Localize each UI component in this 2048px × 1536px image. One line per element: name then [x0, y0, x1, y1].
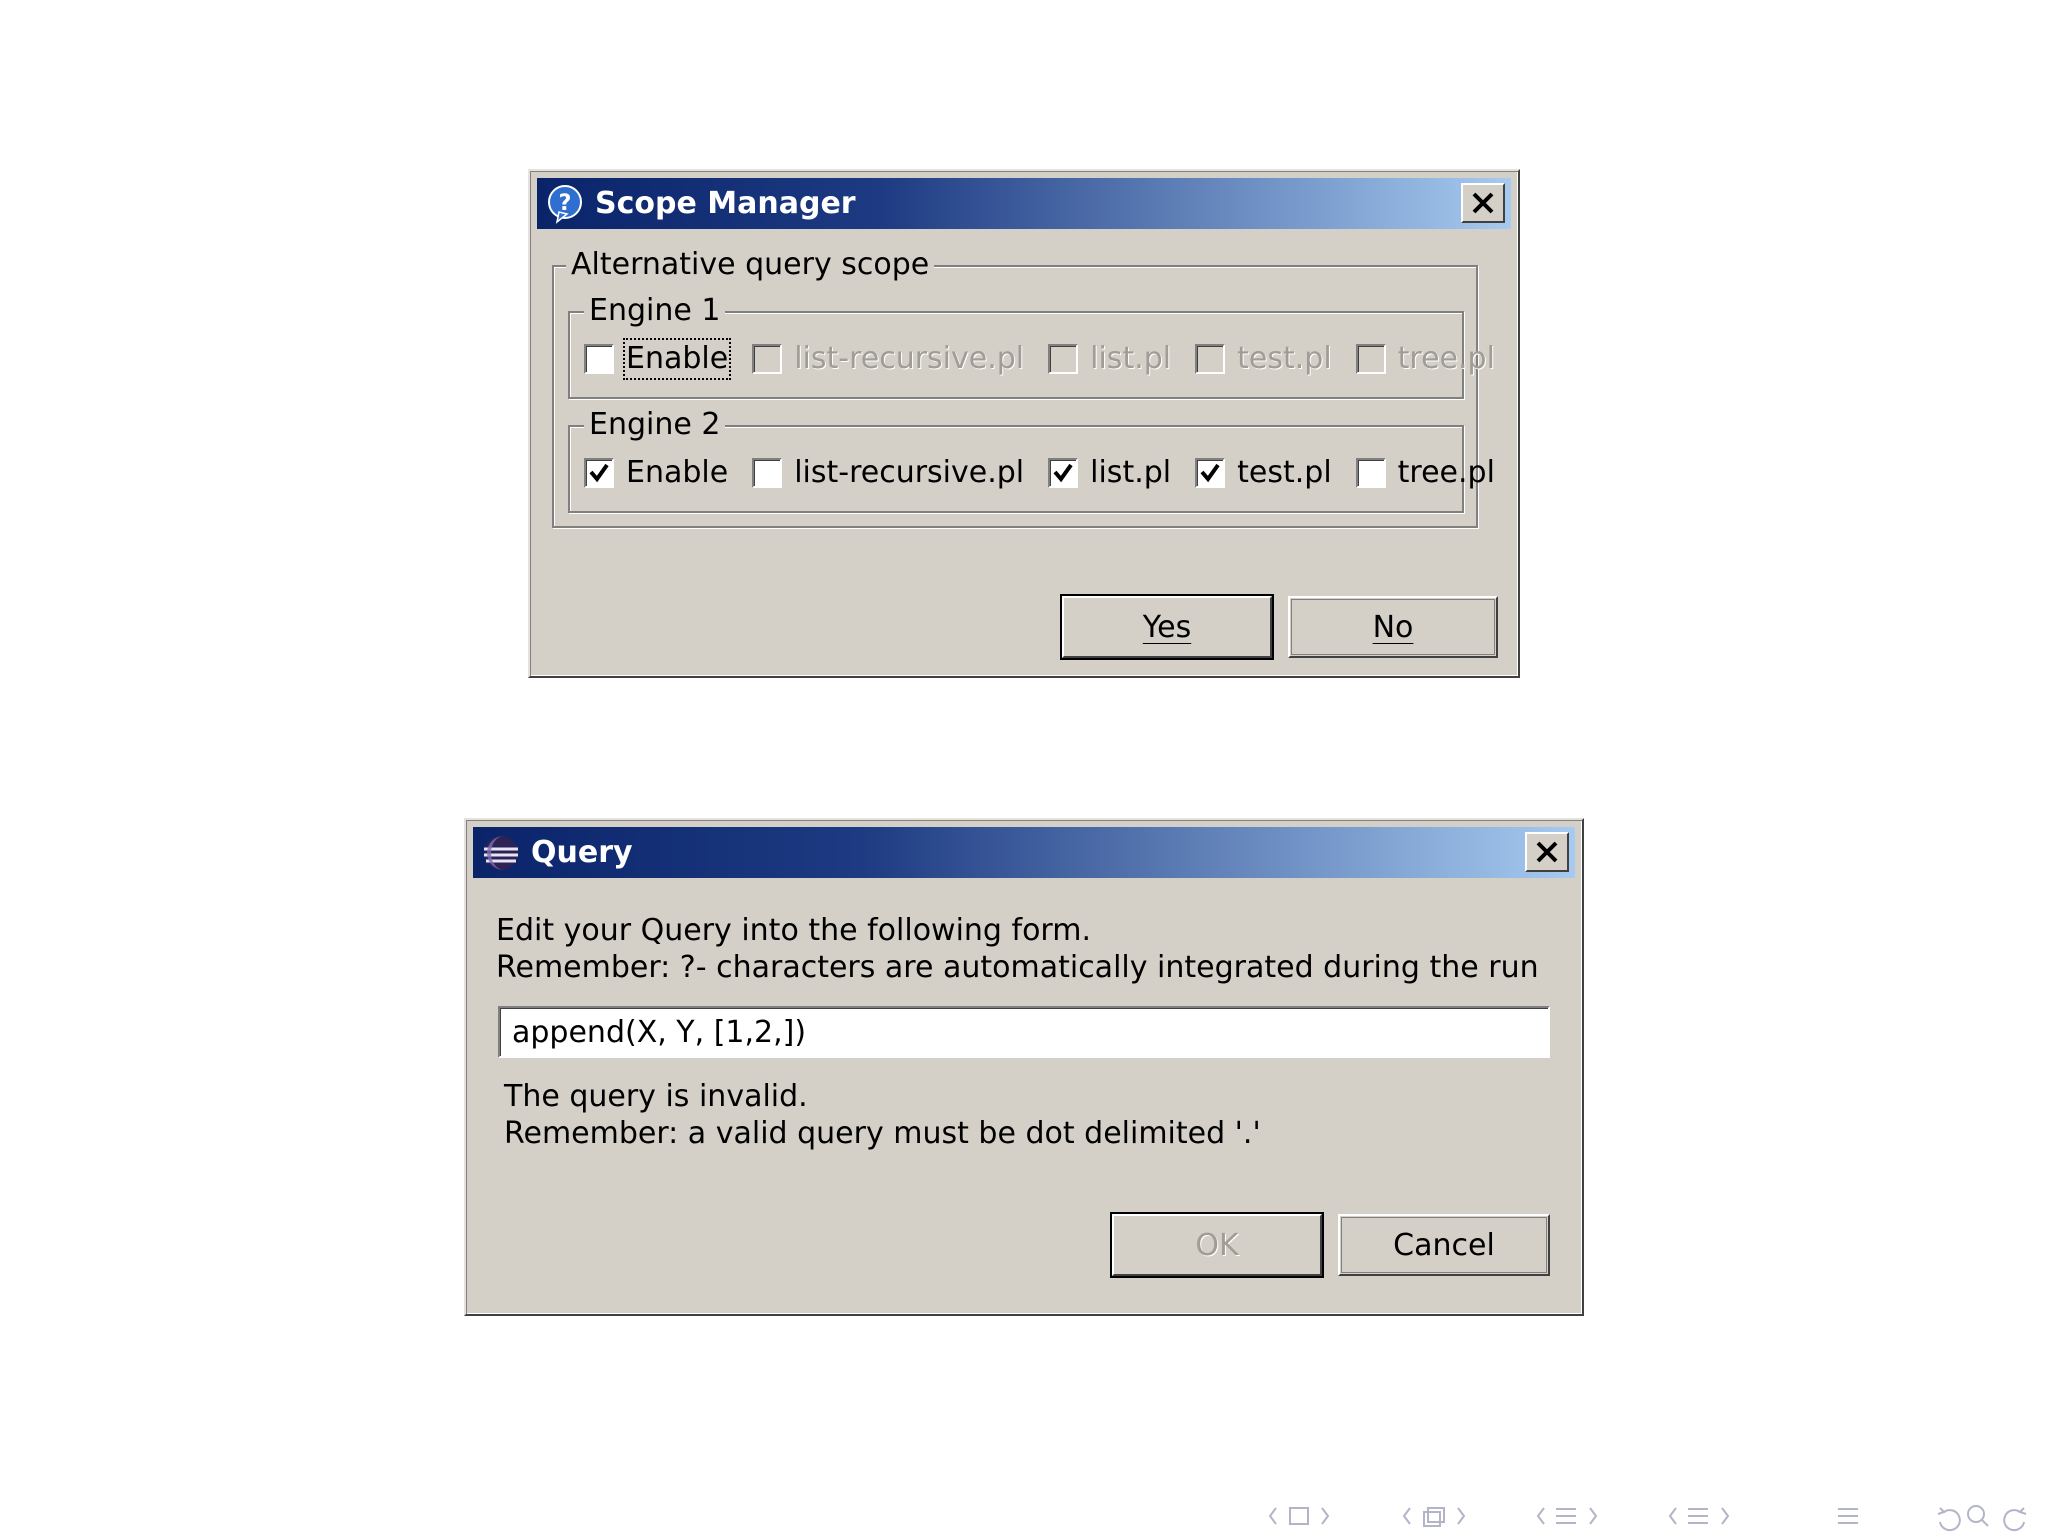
- engine-1-tree-checkbox[interactable]: [1355, 344, 1386, 374]
- engine-2-list-recursive-label[interactable]: list-recursive.pl: [794, 455, 1024, 491]
- engine-2-checkbox-row: Enable list-recursive.pl list.pl test.pl…: [584, 453, 1519, 493]
- engine-2-enable-label[interactable]: Enable: [626, 455, 728, 491]
- close-icon: [1536, 841, 1558, 863]
- nav-search-icon: [1967, 1505, 1985, 1523]
- nav-prev-frame-icon: [1268, 1507, 1277, 1525]
- scope-manager-dialog: ? Scope Manager Alternative query scope …: [528, 169, 1520, 678]
- nav-next-section-icon: [1589, 1507, 1598, 1525]
- query-titlebar[interactable]: Query: [473, 827, 1575, 878]
- svg-text:?: ?: [559, 191, 572, 216]
- nav-prev-section-icon: [1536, 1507, 1545, 1525]
- yes-button-label: Yes: [1142, 609, 1192, 645]
- group-title: Alternative query scope: [566, 247, 935, 283]
- ok-button[interactable]: OK: [1112, 1214, 1322, 1276]
- alternative-query-scope-group: Alternative query scope Engine 1 Enable …: [552, 247, 1495, 528]
- engine-1-enable-label[interactable]: Enable: [622, 338, 732, 380]
- engine-2-test-label[interactable]: test.pl: [1237, 455, 1332, 491]
- no-button[interactable]: No: [1288, 596, 1498, 658]
- cancel-button-label: Cancel: [1393, 1227, 1495, 1263]
- engine-1-group: Engine 1 Enable list-recursive.pl list.p…: [568, 293, 1495, 399]
- checkmark-icon: [1200, 463, 1220, 483]
- engine-1-list-checkbox[interactable]: [1048, 344, 1079, 374]
- nav-prev-subsection-icon: [1402, 1507, 1411, 1525]
- nav-appendix-icon: [1838, 1508, 1858, 1524]
- yes-button[interactable]: Yes: [1062, 596, 1272, 658]
- query-input[interactable]: [498, 1006, 1550, 1058]
- instruction-line-1: Edit your Query into the following form.: [496, 913, 1091, 948]
- engine-2-list-label[interactable]: list.pl: [1090, 455, 1171, 491]
- scope-manager-titlebar[interactable]: ? Scope Manager: [537, 178, 1511, 229]
- engine-2-list-checkbox[interactable]: [1048, 458, 1079, 488]
- engine-2-list-recursive-checkbox[interactable]: [752, 458, 783, 488]
- scope-manager-title: Scope Manager: [595, 186, 856, 221]
- engine-1-list-label: list.pl: [1090, 341, 1172, 376]
- engine-1-test-checkbox[interactable]: [1195, 344, 1226, 374]
- engine-1-list-recursive-checkbox[interactable]: [752, 344, 783, 374]
- error-line-1: The query is invalid.: [504, 1079, 808, 1114]
- slide-navigation-icons: [1268, 1505, 2027, 1532]
- nav-next-document-icon: [1721, 1507, 1730, 1525]
- query-title: Query: [531, 835, 633, 870]
- engine-1-checkbox-row: Enable list-recursive.pl list.pl test.pl…: [584, 338, 1519, 380]
- nav-frame-icon: [1289, 1507, 1309, 1525]
- nav-prev-document-icon: [1668, 1507, 1677, 1525]
- nav-next-frame-icon: [1321, 1507, 1330, 1525]
- question-icon: ?: [548, 184, 582, 224]
- cancel-button[interactable]: Cancel: [1338, 1214, 1550, 1276]
- query-dialog: Query Edit your Query into the following…: [464, 818, 1584, 1316]
- eclipse-icon: [484, 835, 518, 870]
- error-line-2: Remember: a valid query must be dot deli…: [504, 1116, 1261, 1151]
- engine-2-tree-label[interactable]: tree.pl: [1398, 455, 1495, 491]
- slide-navigation: [1268, 1498, 2038, 1534]
- engine-1-tree-label: tree.pl: [1397, 341, 1495, 376]
- close-icon: [1472, 192, 1494, 214]
- engine-1-enable-checkbox[interactable]: [584, 344, 614, 374]
- instruction-line-2: Remember: ?- characters are automaticall…: [496, 950, 1539, 985]
- nav-next-subsection-icon: [1457, 1507, 1466, 1525]
- close-button[interactable]: [1461, 183, 1505, 223]
- checkmark-icon: [589, 463, 609, 483]
- engine-2-title: Engine 2: [584, 407, 726, 443]
- engine-2-test-checkbox[interactable]: [1195, 458, 1226, 488]
- close-button[interactable]: [1525, 832, 1569, 872]
- no-button-label: No: [1372, 609, 1414, 645]
- engine-2-group: Engine 2 Enable list-recursive.pl list.p…: [568, 407, 1495, 513]
- engine-1-test-label: test.pl: [1237, 341, 1332, 376]
- checkmark-icon: [1053, 463, 1073, 483]
- engine-2-tree-checkbox[interactable]: [1355, 458, 1386, 488]
- engine-2-enable-checkbox[interactable]: [584, 458, 614, 488]
- ok-button-label: OK: [1195, 1227, 1239, 1263]
- engine-1-list-recursive-label: list-recursive.pl: [794, 341, 1025, 376]
- engine-1-title: Engine 1: [584, 293, 726, 329]
